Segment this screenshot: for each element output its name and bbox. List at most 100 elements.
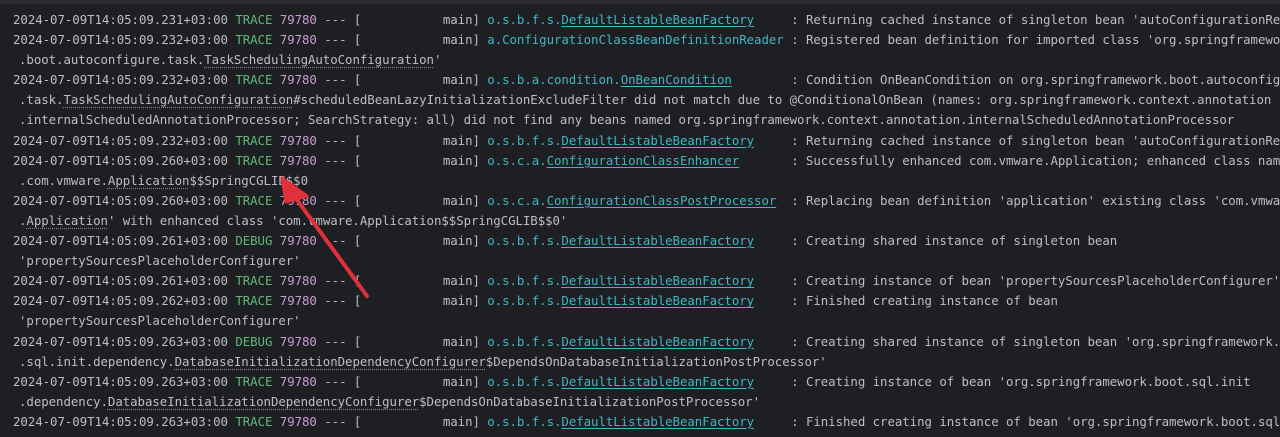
log-line-continuation: .Application' with enhanced class 'com.v…: [13, 211, 1280, 231]
log-logger-package: o.s.c.a.: [487, 192, 547, 208]
log-separator: --- [: [316, 132, 362, 148]
log-logger-link[interactable]: DefaultListableBeanFactory: [561, 414, 754, 429]
log-logger-link[interactable]: DefaultListableBeanFactory: [561, 293, 754, 308]
log-padding: [754, 133, 791, 148]
log-pid: 79780: [279, 132, 317, 148]
log-logger-link[interactable]: DefaultListableBeanFactory: [561, 233, 754, 248]
log-separator: --- [: [316, 12, 362, 27]
log-line: 2024-07-09T14:05:09.261+03:00 TRACE 7978…: [13, 271, 1280, 291]
log-continuation-symbol: Application: [107, 172, 190, 188]
log-timestamp: 2024-07-09T14:05:09.232+03:00: [13, 72, 228, 88]
log-line-continuation: .task.TaskSchedulingAutoConfiguration#sc…: [13, 90, 1280, 110]
log-logger-link[interactable]: ConfigurationClassPostProcessor: [547, 193, 777, 208]
log-pid: 79780: [279, 32, 317, 48]
log-line-continuation: 'propertySourcesPlaceholderConfigurer': [13, 311, 1280, 331]
log-message: : Finished creating instance of bean 'or…: [791, 413, 1280, 429]
log-message: : Returning cached instance of singleton…: [791, 12, 1280, 27]
log-logger-link[interactable]: DefaultListableBeanFactory: [561, 12, 754, 27]
log-thread: main]: [361, 192, 488, 208]
console-output[interactable]: 2024-07-09T14:05:09.231+03:00 TRACE 7978…: [0, 0, 1280, 437]
log-padding: [754, 334, 791, 349]
log-timestamp: 2024-07-09T14:05:09.263+03:00: [13, 333, 228, 349]
log-logger-package: o.s.c.a.: [487, 152, 547, 168]
log-logger-package: o.s.b.f.s.: [487, 413, 562, 429]
log-timestamp: 2024-07-09T14:05:09.231+03:00: [13, 12, 228, 27]
log-logger-link[interactable]: DefaultListableBeanFactory: [561, 334, 754, 349]
log-continuation-tail: $DependsOnDatabaseInitializationPostProc…: [419, 393, 760, 409]
log-message: : Replacing bean definition 'application…: [791, 192, 1280, 208]
log-message: : Creating instance of bean 'propertySou…: [791, 273, 1280, 289]
log-continuation-symbol: Application: [26, 212, 108, 228]
log-continuation-text: .sql.init.dependency.: [19, 353, 175, 369]
log-message: : Registered bean definition for importe…: [791, 32, 1280, 48]
log-level: TRACE: [235, 413, 273, 429]
log-separator: --- [: [316, 293, 362, 309]
log-continuation-symbol: DatabaseInitializationDependencyConfigur…: [107, 393, 420, 409]
log-line: 2024-07-09T14:05:09.260+03:00 TRACE 7978…: [13, 151, 1280, 171]
log-continuation-tail: $DependsOnDatabaseInitializationPostProc…: [485, 353, 827, 369]
log-logger-package: a.ConfigurationClassBeanDefinitionReader: [487, 32, 784, 48]
log-level: TRACE: [235, 192, 273, 208]
log-message: : Successfully enhanced com.vmware.Appli…: [791, 152, 1280, 168]
log-message: : Finished creating instance of bean: [791, 293, 1058, 309]
log-logger-link[interactable]: OnBeanCondition: [621, 72, 732, 87]
log-logger-package: o.s.b.f.s.: [487, 333, 562, 349]
log-level: TRACE: [235, 273, 273, 289]
log-pid: 79780: [279, 72, 317, 88]
log-padding: [776, 193, 791, 208]
log-level: TRACE: [235, 12, 273, 27]
log-message: : Creating shared instance of singleton …: [791, 333, 1280, 349]
log-thread: main]: [361, 293, 488, 309]
log-padding: [732, 72, 791, 87]
log-thread: main]: [361, 333, 488, 349]
log-line: 2024-07-09T14:05:09.232+03:00 TRACE 7978…: [13, 131, 1280, 151]
log-line: 2024-07-09T14:05:09.232+03:00 TRACE 7978…: [13, 70, 1280, 90]
log-line: 2024-07-09T14:05:09.263+03:00 DEBUG 7978…: [13, 332, 1280, 352]
log-level: TRACE: [235, 152, 273, 168]
log-padding: [739, 153, 791, 168]
log-padding: [754, 273, 791, 288]
log-line: 2024-07-09T14:05:09.263+03:00 TRACE 7978…: [13, 412, 1280, 432]
log-logger-link[interactable]: DefaultListableBeanFactory: [561, 374, 754, 389]
log-timestamp: 2024-07-09T14:05:09.232+03:00: [13, 132, 228, 148]
log-logger-link[interactable]: DefaultListableBeanFactory: [561, 273, 754, 288]
log-line-continuation: .sql.init.dependency.DatabaseInitializat…: [13, 352, 1280, 372]
log-timestamp: 2024-07-09T14:05:09.260+03:00: [13, 152, 228, 168]
log-message: : Returning cached instance of singleton…: [791, 132, 1280, 148]
log-logger-link[interactable]: DefaultListableBeanFactory: [561, 133, 754, 148]
log-pid: 79780: [279, 233, 317, 249]
log-pid: 79780: [279, 293, 317, 309]
log-thread: main]: [361, 152, 488, 168]
log-separator: --- [: [316, 273, 362, 289]
log-continuation-symbol: TaskSchedulingAutoConfiguration: [204, 52, 434, 68]
log-continuation-text: .boot.autoconfigure.task.: [19, 52, 205, 68]
log-line-continuation: .internalScheduledAnnotationProcessor; S…: [13, 110, 1280, 130]
log-level: TRACE: [235, 72, 273, 88]
log-continuation-tail: $$SpringCGLIB$$0: [189, 172, 308, 188]
log-padding: [754, 374, 791, 389]
log-timestamp: 2024-07-09T14:05:09.232+03:00: [13, 32, 228, 48]
log-level: DEBUG: [235, 233, 273, 249]
log-thread: main]: [361, 413, 488, 429]
log-separator: --- [: [316, 373, 362, 389]
log-level: DEBUG: [235, 333, 273, 349]
log-padding: [784, 32, 791, 47]
log-continuation-text: .com.vmware.: [19, 172, 108, 188]
log-timestamp: 2024-07-09T14:05:09.263+03:00: [13, 413, 228, 429]
log-timestamp: 2024-07-09T14:05:09.261+03:00: [13, 233, 228, 249]
log-continuation-text: .dependency.: [19, 393, 108, 409]
log-line-continuation: .boot.autoconfigure.task.TaskSchedulingA…: [13, 50, 1280, 70]
log-logger-package: o.s.b.f.s.: [487, 293, 562, 309]
log-line-continuation: 'propertySourcesPlaceholderConfigurer': [13, 251, 1280, 271]
log-separator: --- [: [316, 72, 362, 88]
log-timestamp: 2024-07-09T14:05:09.260+03:00: [13, 192, 228, 208]
log-thread: main]: [361, 132, 488, 148]
log-line: 2024-07-09T14:05:09.261+03:00 DEBUG 7978…: [13, 231, 1280, 251]
log-logger-package: o.s.b.f.s.: [487, 373, 562, 389]
log-thread: main]: [361, 32, 488, 48]
log-logger-link[interactable]: ConfigurationClassEnhancer: [547, 153, 740, 168]
log-continuation-symbol: DatabaseInitializationDependencyConfigur…: [174, 353, 486, 369]
log-continuation-text: 'propertySourcesPlaceholderConfigurer': [19, 313, 301, 329]
log-line-continuation: .com.vmware.Application$$SpringCGLIB$$0: [13, 171, 1280, 191]
log-separator: --- [: [316, 152, 362, 168]
